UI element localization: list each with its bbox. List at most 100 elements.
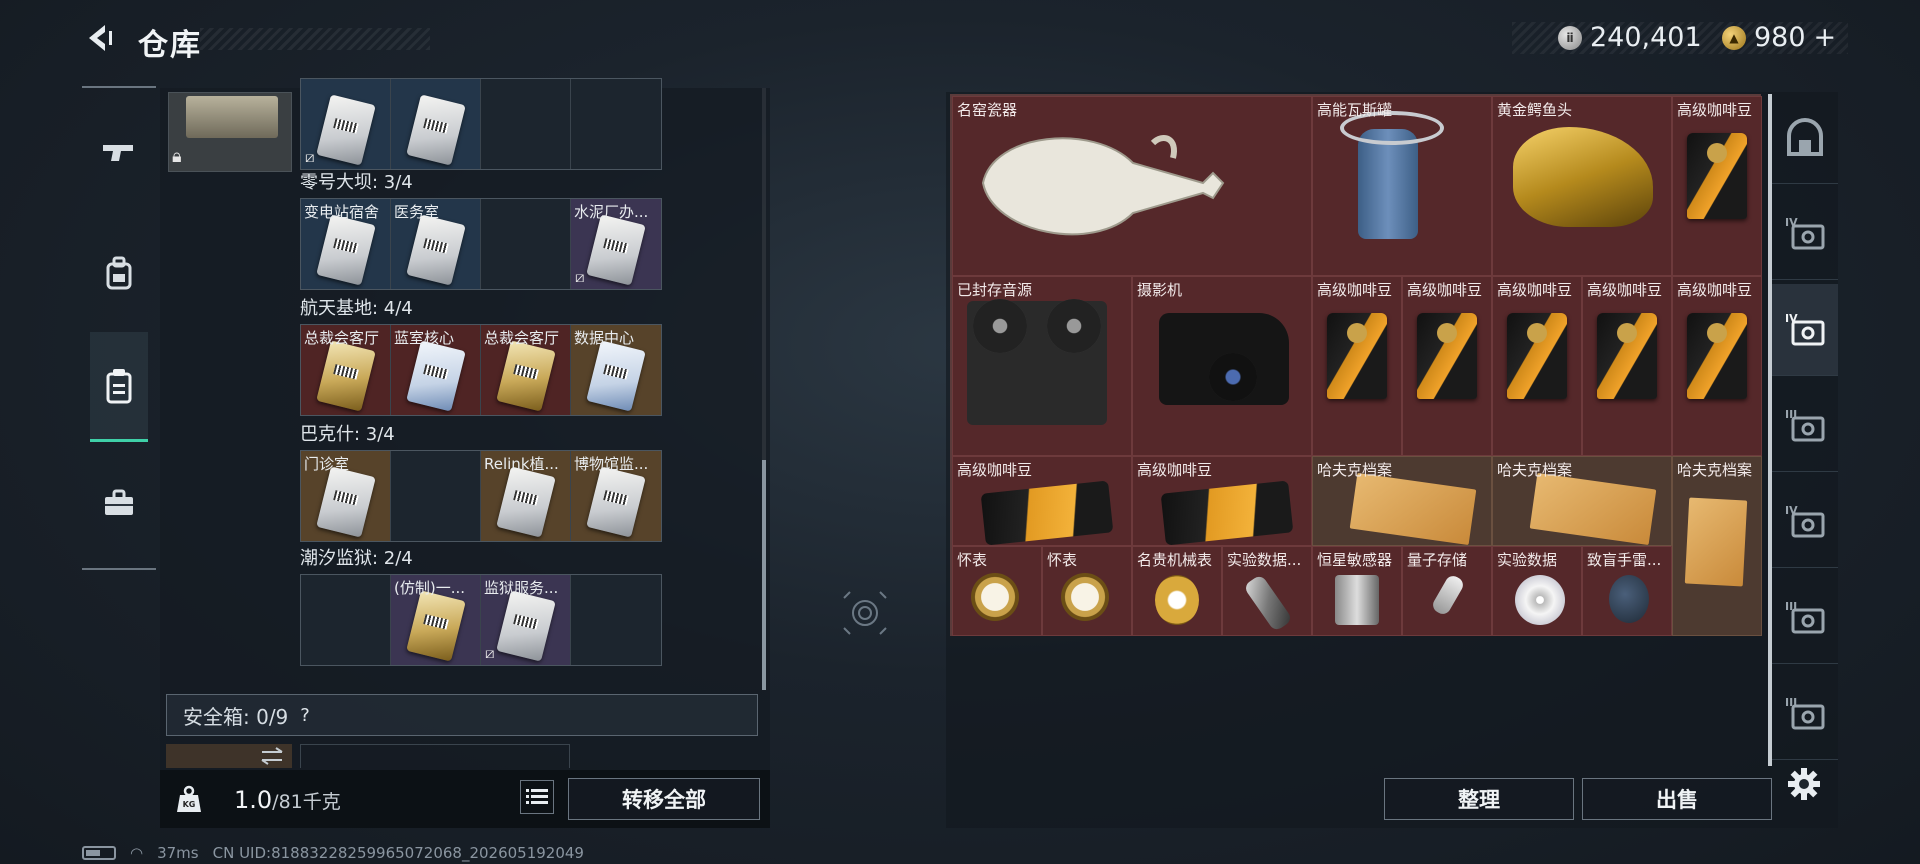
item-image — [1430, 573, 1466, 617]
help-icon[interactable]: ? — [300, 705, 310, 726]
stash-item[interactable]: 怀表 — [1042, 546, 1132, 636]
not-bound-icon: ⧄ — [305, 148, 315, 166]
keycard-slot[interactable]: 门诊室 — [301, 451, 391, 541]
tab-toolbox[interactable] — [90, 448, 148, 558]
stash-item[interactable]: 高级咖啡豆 — [1672, 96, 1762, 276]
silver-currency[interactable]: ⅱ 240,401 — [1558, 22, 1702, 53]
keycard-image — [496, 340, 556, 412]
stash-item[interactable]: 高级咖啡豆 — [1582, 276, 1672, 456]
storage-tab[interactable]: IV — [1772, 188, 1838, 280]
stash-item[interactable]: 恒星敏感器 — [1312, 546, 1402, 636]
stash-item[interactable]: 量子存储 — [1402, 546, 1492, 636]
keycard-grid: 门诊室 Relink植... 博物馆监... — [300, 450, 662, 542]
stash-item[interactable]: 怀表 — [952, 546, 1042, 636]
storage-tab[interactable]: III — [1772, 572, 1838, 664]
keycard-slot[interactable]: 博物馆监... — [571, 451, 661, 541]
stash-item[interactable]: 高级咖啡豆 — [1672, 276, 1762, 456]
keycard-slot[interactable]: 总裁会客厅 — [301, 325, 391, 415]
stash-item[interactable]: 高级咖啡豆 — [1132, 456, 1312, 546]
stash-item[interactable]: 哈夫克档案 — [1312, 456, 1492, 546]
keycard-slot[interactable] — [391, 79, 481, 169]
stash-item[interactable]: 名贵机械表 — [1132, 546, 1222, 636]
safe-box-bar[interactable]: 安全箱: 0/9 ? — [166, 694, 758, 736]
keycard-slot[interactable]: 监狱服务... ⧄ — [481, 575, 571, 665]
stash-item[interactable]: 高能瓦斯罐 — [1312, 96, 1492, 276]
keycard-label: 医务室 — [394, 203, 440, 221]
gear-icon — [1788, 768, 1820, 800]
weight-max: /81千克 — [272, 791, 341, 813]
stash-item[interactable]: 高级咖啡豆 — [952, 456, 1132, 546]
settings-button[interactable] — [1780, 760, 1828, 808]
storage-tab[interactable]: IV — [1772, 476, 1838, 568]
keycard-slot[interactable] — [571, 575, 661, 665]
bunker-icon — [1787, 117, 1823, 156]
stash-item[interactable]: 高级咖啡豆 — [1312, 276, 1402, 456]
gold-coin-icon: ▲ — [1722, 25, 1746, 50]
stash-item[interactable]: 已封存音源 — [952, 276, 1132, 456]
keycard-slot[interactable] — [391, 451, 481, 541]
keycard-scroll-thumb[interactable] — [762, 460, 766, 690]
keycard-label: 博物馆监... — [574, 455, 649, 473]
stash-item[interactable]: 实验数据... — [1222, 546, 1312, 636]
weight-readout: 1.0/81千克 — [234, 786, 341, 814]
item-name: 高级咖啡豆 — [1497, 281, 1573, 299]
keycard-image — [586, 214, 646, 286]
keycard-slot[interactable] — [301, 575, 391, 665]
sell-button[interactable]: 出售 — [1582, 778, 1772, 820]
page-title: 仓库 — [138, 28, 202, 63]
add-gold-button[interactable]: + — [1814, 22, 1837, 53]
keycard-slot[interactable]: 总裁会客厅 — [481, 325, 571, 415]
stash-item[interactable]: 高级咖啡豆 — [1402, 276, 1492, 456]
list-view-button[interactable] — [520, 780, 554, 814]
keycard-slot[interactable]: 数据中心 — [571, 325, 661, 415]
weapon-case-image — [186, 96, 278, 138]
container-slot[interactable] — [166, 744, 292, 768]
keycard-image — [316, 214, 376, 286]
keycard-slot[interactable]: 变电站宿舍 — [301, 199, 391, 289]
keycard-slot[interactable] — [481, 199, 571, 289]
stash-item[interactable]: 黄金鳄鱼头 — [1492, 96, 1672, 276]
stash-item[interactable]: 哈夫克档案 — [1672, 456, 1762, 636]
keycard-slot[interactable]: 水泥厂办... ⧄ — [571, 199, 661, 289]
stash-item[interactable]: 致盲手雷... — [1582, 546, 1672, 636]
keycard-group-title: 潮汐监狱: 2/4 — [300, 548, 413, 569]
keycard-slot[interactable] — [571, 79, 661, 169]
keycard-slot[interactable]: Relink植... — [481, 451, 571, 541]
keycard-slot[interactable]: 蓝室核心 — [391, 325, 481, 415]
keycard-slot[interactable]: ⧄ — [301, 79, 391, 169]
transfer-all-button[interactable]: 转移全部 — [568, 778, 760, 820]
stash-item[interactable]: 名窑瓷器 — [952, 96, 1312, 276]
keycard-label: 监狱服务... — [484, 579, 559, 597]
storage-tab[interactable]: IV — [1772, 284, 1838, 376]
tab-weapons[interactable] — [90, 98, 148, 208]
organize-button[interactable]: 整理 — [1384, 778, 1574, 820]
storage-tab[interactable] — [1772, 92, 1838, 184]
keycard-group-title: 航天基地: 4/4 — [300, 298, 413, 319]
tab-storage[interactable] — [90, 332, 148, 442]
item-image — [1349, 472, 1477, 545]
stash-item[interactable]: 实验数据 — [1492, 546, 1582, 636]
stash-item[interactable]: 哈夫克档案 — [1492, 456, 1672, 546]
keycard-grid: 总裁会客厅 蓝室核心 总裁会客厅 数据中心 — [300, 324, 662, 416]
storage-tab[interactable]: III — [1772, 668, 1838, 760]
keycard-slot[interactable]: 医务室 — [391, 199, 481, 289]
backpack-icon — [106, 256, 132, 290]
gold-currency[interactable]: ▲ 980 + — [1722, 22, 1836, 53]
keycard-image — [496, 466, 556, 538]
keycard-label: 蓝室核心 — [394, 329, 455, 347]
keycard-slot[interactable]: (仿制)一... — [391, 575, 481, 665]
item-image — [1155, 575, 1199, 625]
item-name: 高级咖啡豆 — [1677, 281, 1753, 299]
weight-current: 1.0 — [234, 786, 273, 814]
item-image — [1507, 313, 1567, 399]
item-name: 哈夫克档案 — [1317, 461, 1393, 479]
wifi-icon: ◠ — [130, 844, 144, 862]
tier-iii-box-icon-2: III — [1785, 696, 1825, 729]
stash-item[interactable]: 高级咖啡豆 — [1492, 276, 1582, 456]
storage-tab[interactable]: III — [1772, 380, 1838, 472]
stash-item[interactable]: 摄影机 — [1132, 276, 1312, 456]
back-button[interactable] — [80, 18, 120, 58]
keycard-slot[interactable] — [481, 79, 571, 169]
back-arrow-icon — [89, 25, 112, 51]
tab-backpack[interactable] — [90, 218, 148, 328]
